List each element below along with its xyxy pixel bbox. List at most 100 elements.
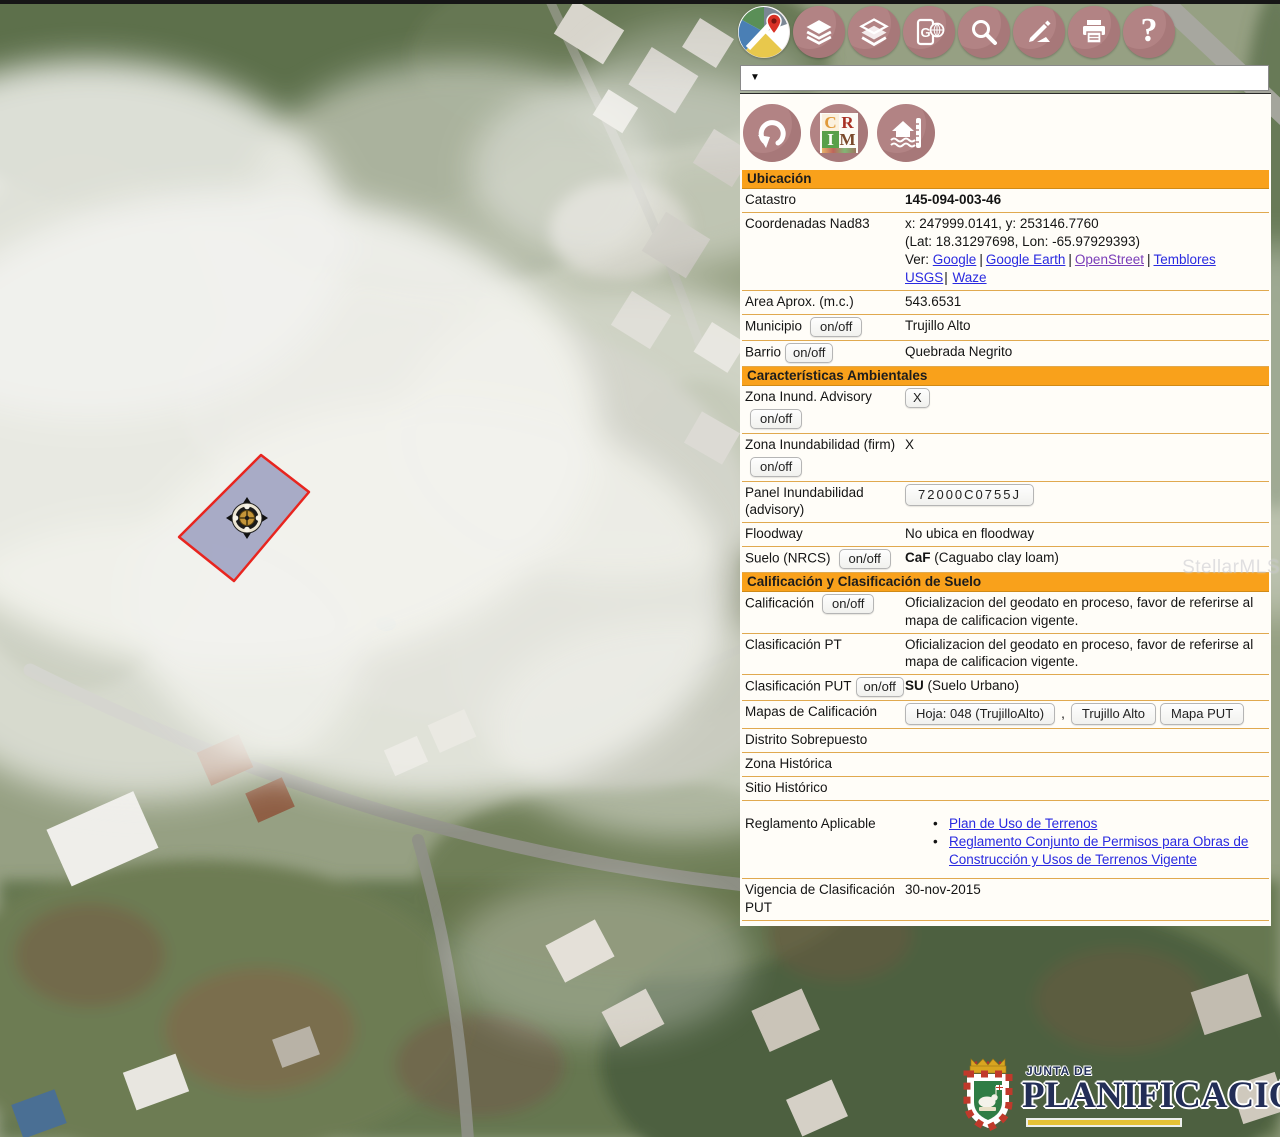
table-row-zona-historica: Zona Histórica [742,753,1269,777]
coord-links: Ver: Google|Google Earth|OpenStreet|Temb… [905,251,1263,287]
pan-arrow-icon[interactable] [743,104,801,162]
table-row-sitio-historico: Sitio Histórico [742,777,1269,801]
link-waze[interactable]: Waze [953,270,987,285]
row-label: Mapas de Calificación [745,703,905,721]
municipio-map-button[interactable]: Trujillo Alto [1071,703,1156,725]
table-row-vigencia-put: Vigencia de Clasificación PUT 30-nov-201… [742,879,1269,921]
municipio-value: Trujillo Alto [905,317,1269,335]
panel-inund-value: 72000C0755J [905,484,1269,506]
chevron-down-icon: ▼ [750,73,760,83]
mapa-put-button[interactable]: Mapa PUT [1160,703,1244,725]
row-label: Suelo (NRCS)on/off [745,549,905,569]
table-row-vigencia-geodato: Vigencia de GeoDato de Calificación 05/0… [742,921,1269,926]
zona-advisory-x-button[interactable]: X [905,388,930,408]
row-label: Zona Inundabilidad (firm) on/off [745,436,905,478]
bullet-icon: • [933,815,949,833]
row-label: Calificaciónon/off [745,594,905,614]
row-label: Barrioon/off [745,343,905,363]
puerto-rico-coat-of-arms [956,1056,1020,1134]
suelo-onoff-button[interactable]: on/off [839,549,891,569]
row-label: Reglamento Aplicable [745,815,905,833]
coord-xy: x: 247999.0141, y: 253146.7760 [905,215,1263,233]
table-row-suelo: Suelo (NRCS)on/off CaF (Caguabo clay loa… [742,547,1269,573]
row-label: Distrito Sobrepuesto [745,731,905,749]
row-label: Catastro [745,191,905,209]
row-label: Zona Histórica [745,755,905,773]
barrio-value: Quebrada Negrito [905,343,1269,361]
crim-letter-m: M [839,131,856,148]
crim-letter-r: R [839,114,856,131]
clasificacion-put-onoff-button[interactable]: on/off [856,677,904,697]
zona-firm-onoff-button[interactable]: on/off [750,457,802,477]
section-calificacion: Calificación y Clasificación de Suelo [742,573,1269,592]
catastro-value: 145-094-003-46 [905,191,1269,209]
row-label: Area Aprox. (m.c.) [745,293,905,311]
mapas-value: Hoja: 048 (TrujilloAlto) , Trujillo Alto… [905,703,1269,725]
row-label: Municipioon/off [745,317,905,337]
panel-icon-row: C R I M [740,94,1271,170]
table-row-area: Area Aprox. (m.c.) 543.6531 [742,291,1269,315]
google-maps-icon[interactable] [738,6,790,58]
logo-large-text: PLANIFICACIÓN [1022,1074,1280,1117]
zona-advisory-onoff-button[interactable]: on/off [750,409,802,429]
crim-letter-c: C [822,114,839,131]
panel-inund-button[interactable]: 72000C0755J [905,484,1034,506]
globe-g-icon[interactable]: G [903,6,955,58]
link-google[interactable]: Google [933,252,977,267]
row-label: Panel Inundabilidad (advisory) [745,484,905,520]
crim-letters: C R I M [820,113,858,153]
section-ubicacion: Ubicación [742,170,1269,189]
table-row-calificacion: Calificaciónon/off Oficializacion del ge… [742,592,1269,634]
table-row-zona-firm: Zona Inundabilidad (firm) on/off X [742,434,1269,482]
flood-gauge-icon[interactable] [877,104,935,162]
help-icon[interactable]: ? [1123,6,1175,58]
table-row-mapas: Mapas de Calificación Hoja: 048 (Trujill… [742,701,1269,729]
separator: | [1147,252,1151,267]
crim-strip [822,148,856,153]
junta-planificacion-logo: JUNTA DE PLANIFICACIÓN [946,1050,1280,1137]
table-row-coordenadas: Coordenadas Nad83 x: 247999.0141, y: 253… [742,213,1269,291]
info-table-calificacion: Calificaciónon/off Oficializacion del ge… [740,592,1271,926]
area-value: 543.6531 [905,293,1269,311]
calificacion-onoff-button[interactable]: on/off [822,594,874,614]
link-plan-uso-terrenos[interactable]: Plan de Uso de Terrenos [949,815,1097,833]
info-table: Catastro 145-094-003-46 Coordenadas Nad8… [740,189,1271,367]
table-row-reglamento: Reglamento Aplicable • Plan de Uso de Te… [742,801,1269,879]
table-row-catastro: Catastro 145-094-003-46 [742,189,1269,213]
svg-text:G: G [920,25,930,40]
results-dropdown[interactable]: ▼ [740,65,1269,91]
barrio-onoff-button[interactable]: on/off [785,343,833,363]
table-row-zona-advisory: Zona Inund. Advisory on/off X [742,386,1269,434]
row-label: Coordenadas Nad83 [745,215,905,233]
row-label: Sitio Histórico [745,779,905,797]
floodway-value: No ubica en floodway [905,525,1269,543]
table-row-distrito: Distrito Sobrepuesto [742,729,1269,753]
search-icon[interactable] [958,6,1010,58]
parcel-info-panel: C R I M Ubicación Catastro 145-094-003-4… [740,93,1271,926]
row-label: Vigencia de Clasificación PUT [745,881,905,917]
separator: | [979,252,983,267]
row-label: Vigencia de GeoDato de Calificación [745,923,905,926]
link-google-earth[interactable]: Google Earth [986,252,1066,267]
layers-stack-icon[interactable] [848,6,900,58]
ver-label: Ver: [905,252,929,267]
row-label: Clasificación PT [745,636,905,654]
crim-letter-i: I [822,131,839,148]
link-openstreet[interactable]: OpenStreet [1075,252,1144,267]
zona-firm-value: X [905,436,1269,454]
hoja-button[interactable]: Hoja: 048 (TrujilloAlto) [905,703,1055,725]
map-toolbar: G ? [738,6,1175,58]
table-row-barrio: Barrioon/off Quebrada Negrito [742,341,1269,367]
bullet-icon: • [933,833,949,869]
table-row-clasificacion-put: Clasificación PUTon/off SU (Suelo Urbano… [742,675,1269,701]
calificacion-value: Oficializacion del geodato en proceso, f… [905,594,1269,630]
separator: | [944,270,948,285]
municipio-onoff-button[interactable]: on/off [810,317,862,337]
coord-latlon: (Lat: 18.31297698, Lon: -65.97929393) [905,233,1263,251]
crim-logo-icon[interactable]: C R I M [810,104,868,162]
link-reglamento-conjunto[interactable]: Reglamento Conjunto de Permisos para Obr… [949,833,1263,869]
draw-measure-icon[interactable] [1013,6,1065,58]
print-icon[interactable] [1068,6,1120,58]
layers-icon[interactable] [793,6,845,58]
separator: | [1068,252,1072,267]
